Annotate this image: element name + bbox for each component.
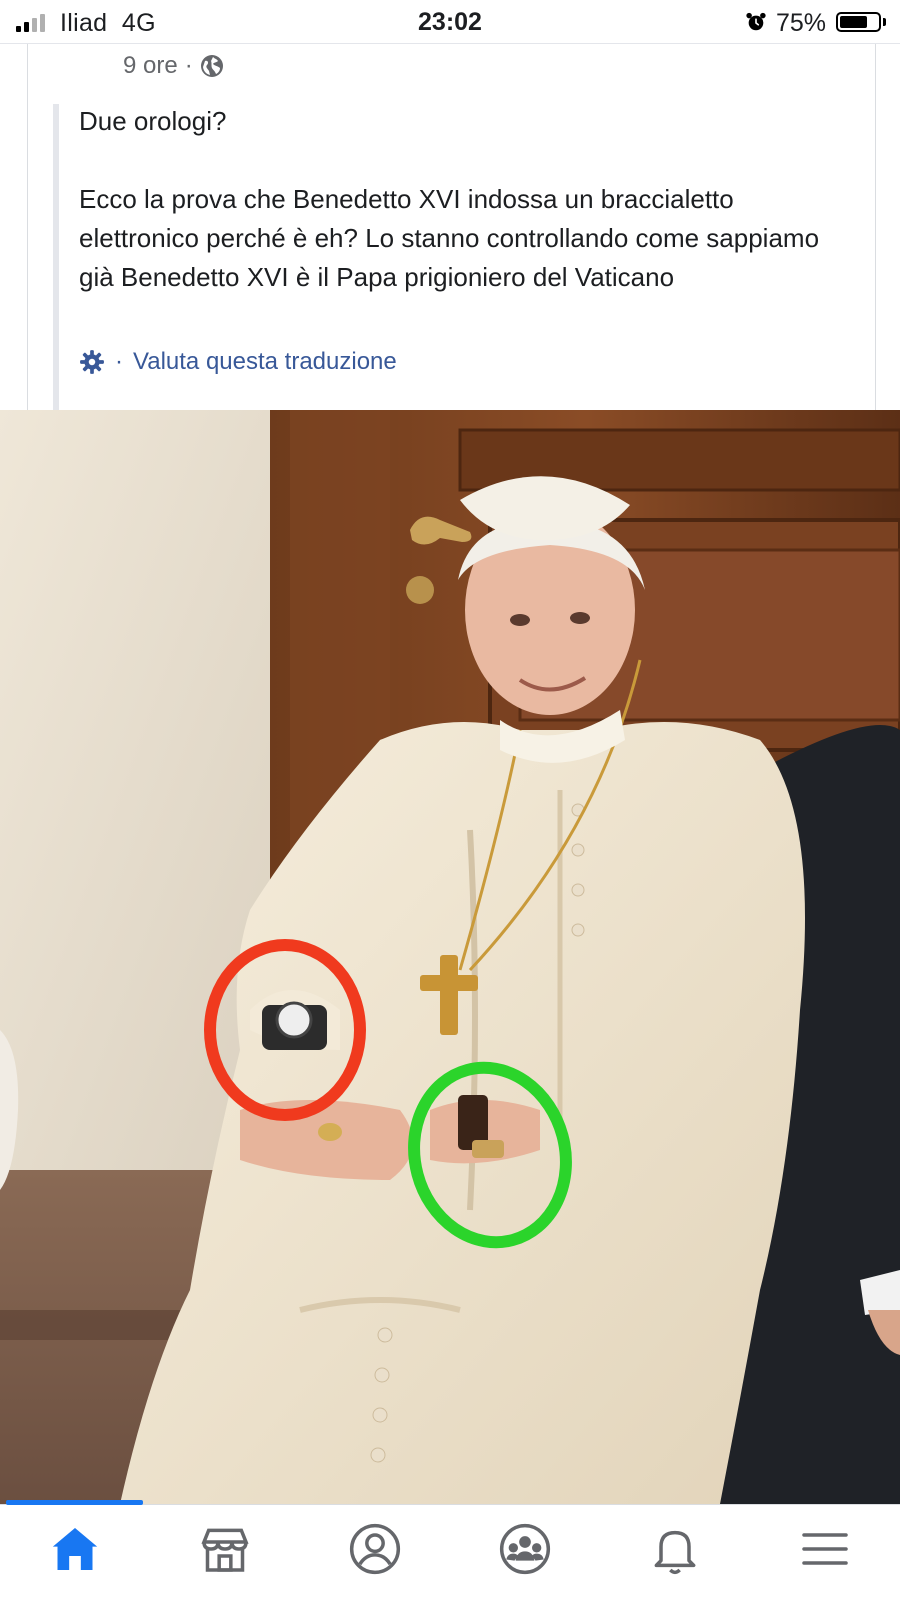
post-timestamp[interactable]: 9 ore bbox=[123, 52, 178, 80]
nav-menu[interactable] bbox=[790, 1519, 860, 1579]
battery-icon bbox=[836, 12, 881, 32]
meta-separator: · bbox=[184, 52, 193, 79]
battery-percent: 75% bbox=[776, 9, 827, 37]
status-bar: Iliad 4G 23:02 75% bbox=[0, 0, 900, 44]
quote-bar bbox=[53, 104, 59, 432]
post-meta: 9 ore · bbox=[123, 52, 224, 80]
bottom-nav bbox=[0, 1500, 900, 1601]
battery-fill bbox=[840, 16, 867, 28]
bell-icon bbox=[654, 1530, 696, 1575]
translation-separator: · bbox=[115, 348, 123, 375]
post-text: Due orologi? Ecco la prova che Benedetto… bbox=[79, 102, 839, 297]
menu-icon bbox=[802, 1533, 848, 1565]
nav-groups[interactable] bbox=[490, 1519, 560, 1579]
post-photo[interactable] bbox=[0, 410, 900, 1504]
groups-icon bbox=[499, 1523, 551, 1575]
marketplace-icon bbox=[201, 1528, 249, 1572]
nav-profile[interactable] bbox=[340, 1519, 410, 1579]
globe-icon bbox=[200, 55, 223, 77]
gear-icon[interactable] bbox=[79, 349, 105, 375]
nav-marketplace[interactable] bbox=[190, 1519, 260, 1579]
watch-left bbox=[262, 1001, 327, 1050]
photo-illustration bbox=[0, 410, 900, 1504]
post-body: Ecco la prova che Benedetto XVI indossa … bbox=[79, 184, 820, 292]
door-lock bbox=[406, 576, 434, 604]
rate-translation-link[interactable]: Valuta questa traduzione bbox=[133, 348, 397, 376]
alarm-icon bbox=[746, 12, 766, 31]
nav-active-indicator bbox=[6, 1500, 143, 1505]
home-icon bbox=[52, 1528, 98, 1570]
post-title: Due orologi? bbox=[79, 106, 227, 136]
battery-tip bbox=[883, 18, 886, 26]
profile-icon bbox=[349, 1523, 401, 1575]
post-card: 9 ore · Due orologi? Ecco la prova che B… bbox=[27, 44, 876, 432]
nav-notifications[interactable] bbox=[640, 1519, 710, 1579]
translation-row: · Valuta questa traduzione bbox=[79, 348, 397, 376]
nav-home[interactable] bbox=[40, 1519, 110, 1579]
